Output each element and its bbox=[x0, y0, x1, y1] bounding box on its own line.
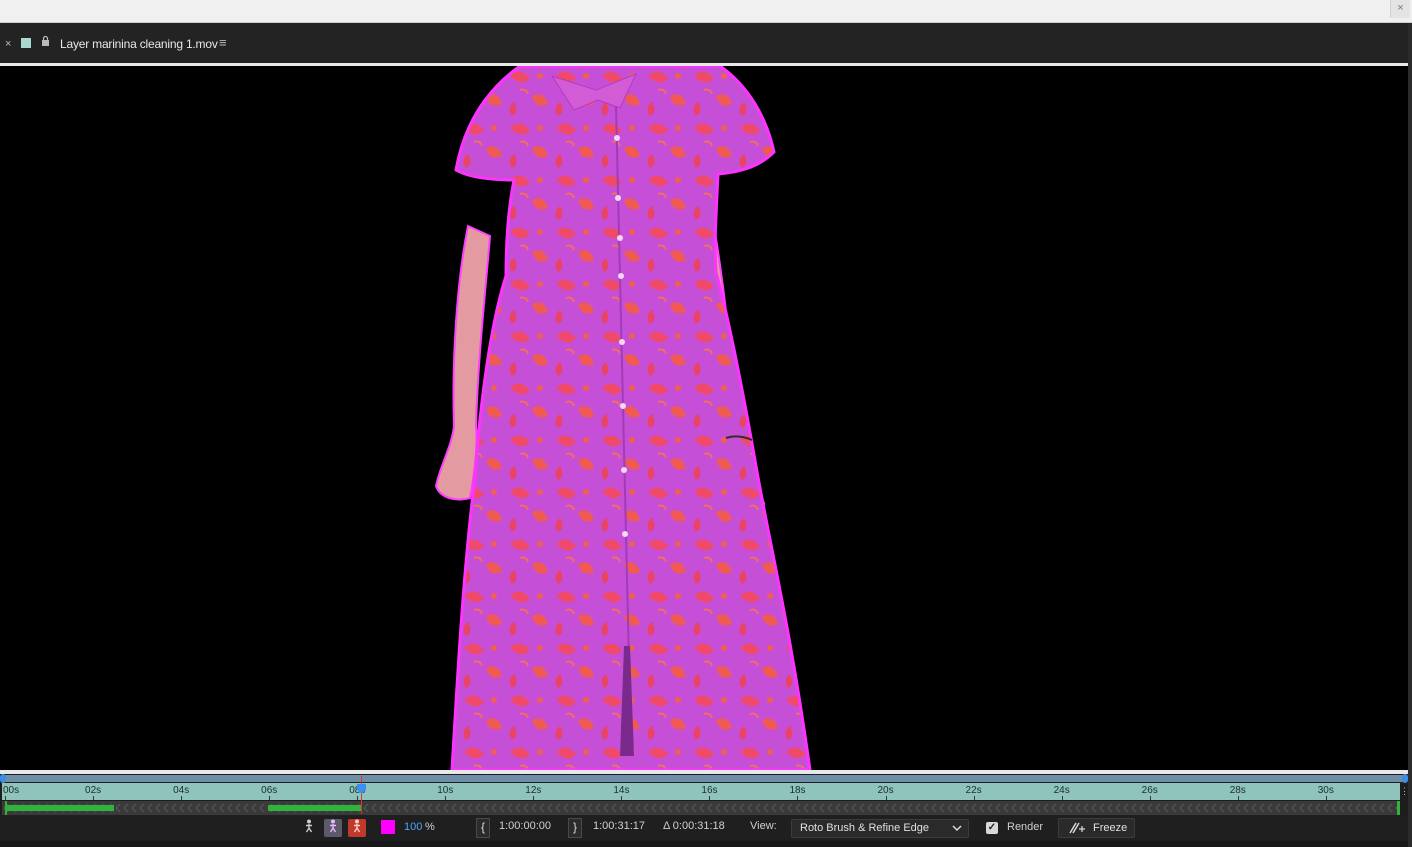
ruler-tick bbox=[797, 796, 799, 800]
ruler-tick bbox=[1061, 796, 1063, 800]
person-icon[interactable] bbox=[300, 819, 318, 837]
ruler-tick bbox=[269, 796, 271, 800]
timeline-separator bbox=[0, 770, 1408, 774]
ruler-tick bbox=[709, 796, 711, 800]
ruler-label: 16s bbox=[701, 785, 718, 796]
propagation-chevrons bbox=[2, 804, 1400, 812]
navigator-start-handle[interactable] bbox=[0, 774, 6, 783]
ruler-tick bbox=[445, 796, 447, 800]
ruler-label: 02s bbox=[85, 785, 102, 796]
ruler-label: 10s bbox=[437, 785, 454, 796]
ruler-tick bbox=[973, 796, 975, 800]
time-ruler[interactable]: 00s 02s 04s 06s 08s 10s 12s 14s 16s 18s 20s 22s 24s 2… bbox=[2, 783, 1400, 800]
ruler-tick bbox=[533, 796, 535, 800]
chevron-down-icon bbox=[952, 820, 962, 843]
lock-icon[interactable] bbox=[41, 35, 50, 49]
ruler-label: 00s bbox=[3, 785, 20, 796]
ruler-tick bbox=[93, 796, 95, 800]
ruler-label: 20s bbox=[877, 785, 894, 796]
view-dropdown-value: Roto Brush & Refine Edge bbox=[800, 822, 930, 834]
propagated-segment bbox=[268, 805, 362, 811]
navigator-end-handle[interactable] bbox=[1402, 774, 1408, 783]
ruler-tick bbox=[621, 796, 623, 800]
ruler-tick bbox=[357, 796, 359, 800]
ruler-tick bbox=[885, 796, 887, 800]
work-duration: Δ 0:00:31:18 bbox=[663, 820, 725, 832]
show-background-icon[interactable] bbox=[348, 819, 366, 837]
view-dropdown[interactable]: Roto Brush & Refine Edge bbox=[791, 819, 969, 838]
ruler-tick bbox=[5, 796, 6, 800]
panel-menu-icon[interactable]: ≡ bbox=[219, 35, 227, 50]
ruler-end-marker: ⋮ bbox=[1400, 783, 1409, 800]
time-navigator[interactable] bbox=[0, 774, 1408, 783]
ruler-label: 18s bbox=[789, 785, 806, 796]
window-close-button[interactable]: × bbox=[1390, 0, 1410, 18]
label-color-swatch[interactable] bbox=[21, 38, 31, 48]
ruler-label: 24s bbox=[1053, 785, 1070, 796]
ruler-label: 04s bbox=[173, 785, 190, 796]
roto-propagation-bar[interactable] bbox=[2, 801, 1400, 815]
set-work-end-button[interactable]: } bbox=[568, 818, 582, 838]
set-work-start-button[interactable]: { bbox=[476, 818, 490, 838]
layer-viewer[interactable] bbox=[0, 66, 1408, 770]
ruler-label: 26s bbox=[1141, 785, 1158, 796]
ruler-tick bbox=[1325, 796, 1327, 800]
propagation-start-marker bbox=[5, 801, 7, 815]
work-start-time[interactable]: 1:00:00:00 bbox=[499, 820, 551, 832]
ruler-label: 22s bbox=[965, 785, 982, 796]
propagation-end-marker bbox=[1397, 801, 1400, 815]
view-label: View: bbox=[750, 820, 777, 832]
ruler-label: 28s bbox=[1229, 785, 1246, 796]
render-label: Render bbox=[1007, 821, 1044, 833]
panel-title[interactable]: Layer marinina cleaning 1.mov bbox=[60, 37, 218, 51]
bottom-toolbar-strip bbox=[0, 841, 1408, 847]
overlay-opacity-unit: % bbox=[425, 821, 435, 833]
freeze-label: Freeze bbox=[1093, 822, 1128, 834]
current-time-line bbox=[361, 776, 362, 814]
overlay-color-swatch[interactable] bbox=[381, 820, 395, 834]
panel-edge bbox=[1408, 23, 1412, 847]
propagated-segment bbox=[6, 805, 114, 811]
overlay-opacity-value[interactable]: 100 bbox=[404, 821, 422, 833]
ruler-label: 12s bbox=[525, 785, 542, 796]
close-panel-icon[interactable]: × bbox=[5, 38, 11, 50]
roto-controls-bar: 100 % { 1:00:00:00 } 1:00:31:17 Δ 0:00:3… bbox=[0, 815, 1408, 841]
ruler-label: 06s bbox=[261, 785, 278, 796]
layer-panel-tabbar: × Layer marinina cleaning 1.mov ≡ bbox=[0, 23, 1412, 65]
render-checkbox[interactable]: ✓ bbox=[986, 822, 998, 834]
ruler-tick bbox=[181, 796, 183, 800]
ruler-tick bbox=[1237, 796, 1239, 800]
freeze-button[interactable]: Freeze bbox=[1058, 818, 1135, 838]
freeze-icon bbox=[1068, 821, 1086, 838]
ruler-label: 14s bbox=[613, 785, 630, 796]
show-foreground-icon[interactable] bbox=[324, 819, 342, 837]
ruler-label: 30s bbox=[1317, 785, 1334, 796]
roto-subject-image bbox=[434, 66, 812, 770]
window-title-strip: × bbox=[0, 0, 1412, 23]
ruler-tick bbox=[1149, 796, 1151, 800]
work-end-time[interactable]: 1:00:31:17 bbox=[593, 820, 645, 832]
